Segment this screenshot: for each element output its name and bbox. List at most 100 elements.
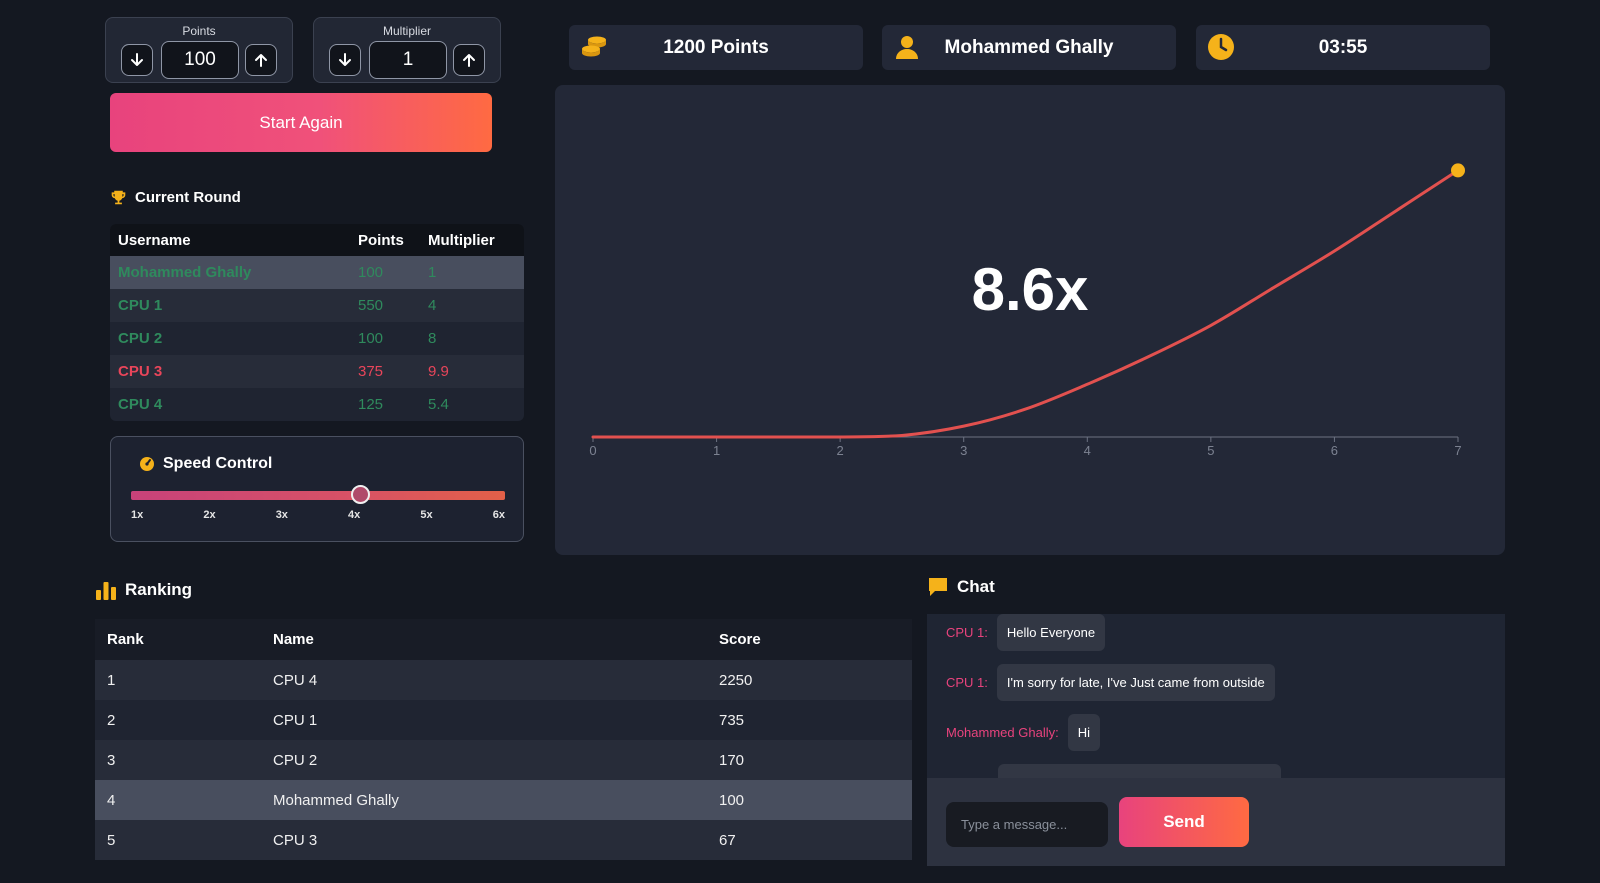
chat-message-input[interactable] [946, 802, 1108, 847]
speed-slider-track[interactable] [131, 491, 505, 500]
x-tick-label: 2 [837, 443, 844, 458]
row-multiplier: 9.9 [428, 363, 449, 380]
clock-icon [1206, 32, 1236, 62]
table-row: 5 CPU 3 67 [95, 820, 912, 860]
chat-message: CPU 1: Hello Everyone [946, 614, 1106, 651]
speed-control-label: Speed Control [163, 455, 273, 472]
header-name: Name [273, 631, 314, 648]
header-points: Points [358, 231, 404, 249]
x-tick-label: 4 [1084, 443, 1091, 458]
points-value[interactable]: 100 [161, 41, 239, 79]
points-decrease-button[interactable] [121, 44, 153, 76]
row-points: 125 [358, 396, 384, 413]
row-score: 100 [719, 791, 745, 809]
message-author: Mohammed Ghally: [946, 725, 1059, 740]
multiplier-value[interactable]: 1 [369, 41, 447, 79]
ranking-label: Ranking [125, 580, 193, 599]
row-score: 2250 [719, 671, 753, 689]
speed-tick: 5x [420, 509, 433, 521]
row-points: 100 [358, 330, 384, 347]
points-increase-button[interactable] [245, 44, 277, 76]
speed-ticks: 1x 2x 3x 4x 5x 6x [131, 509, 505, 521]
row-rank: 1 [107, 671, 116, 689]
row-username: CPU 1 [118, 297, 163, 314]
x-tick-label: 0 [589, 443, 596, 458]
arrow-down-icon [131, 53, 143, 66]
table-row: 2 CPU 1 735 [95, 700, 912, 740]
points-stepper: Points 100 [105, 17, 293, 83]
table-row: Mohammed Ghally 100 1 [110, 256, 524, 289]
table-row: 1 CPU 4 2250 [95, 660, 912, 700]
row-username: CPU 2 [118, 330, 163, 347]
table-row: 4 Mohammed Ghally 100 [95, 780, 912, 820]
message-bubble: Hello Everyone [996, 614, 1106, 651]
ranking-title: Ranking [95, 580, 192, 600]
chat-messages[interactable]: CPU 1: Hello Everyone CPU 1: I'm sorry f… [927, 614, 1505, 779]
message-bubble: I'm sorry for late, I've Just came from … [996, 664, 1275, 701]
row-points: 375 [358, 363, 384, 380]
row-username: CPU 3 [118, 363, 163, 380]
row-username: CPU 4 [118, 396, 163, 413]
row-points: 550 [358, 297, 384, 314]
row-multiplier: 4 [428, 297, 437, 314]
user-stat-value: Mohammed Ghally [944, 36, 1114, 58]
speedometer-icon [140, 457, 154, 471]
send-button[interactable]: Send [1119, 797, 1249, 847]
row-name: CPU 2 [273, 751, 318, 769]
message-author: CPU 1: [946, 675, 988, 690]
chat-bubble-icon [929, 578, 947, 596]
header-score: Score [719, 631, 761, 648]
row-score: 67 [719, 831, 736, 849]
table-row: CPU 4 125 5.4 [110, 388, 524, 421]
row-name: CPU 3 [273, 831, 318, 849]
message-bubble-partial [998, 764, 1281, 779]
row-name: CPU 4 [273, 671, 318, 689]
header-rank: Rank [107, 631, 144, 648]
curve-endpoint [1451, 163, 1465, 178]
speed-tick: 2x [203, 509, 216, 521]
x-tick-label: 5 [1207, 443, 1214, 458]
row-multiplier: 5.4 [428, 396, 449, 413]
points-stat-value: 1200 Points [663, 36, 769, 58]
row-score: 735 [719, 711, 745, 729]
user-icon [892, 32, 922, 62]
x-tick-label: 3 [960, 443, 967, 458]
bar-chart-icon [96, 582, 116, 600]
chat-message: CPU 1: I'm sorry for late, I've Just cam… [946, 664, 1275, 701]
start-again-button[interactable]: Start Again [110, 93, 492, 152]
multiplier-graph: 0 1 2 3 4 5 6 7 8.6x [555, 85, 1505, 555]
row-points: 100 [358, 264, 384, 281]
trophy-icon [111, 190, 126, 205]
speed-tick: 1x [131, 509, 144, 521]
header-multiplier: Multiplier [428, 231, 495, 249]
speed-control-title: Speed Control [139, 455, 272, 473]
row-multiplier: 8 [428, 330, 437, 347]
table-header: Rank Name Score [95, 619, 912, 660]
chat-input-bar: Send [927, 778, 1505, 866]
row-rank: 2 [107, 711, 116, 729]
message-author: CPU 1: [946, 625, 988, 640]
multiplier-label: Multiplier [382, 24, 431, 38]
row-username: Mohammed Ghally [118, 264, 252, 281]
speed-tick: 4x [348, 509, 361, 521]
x-tick-label: 6 [1331, 443, 1338, 458]
current-round-label: Current Round [135, 189, 241, 206]
speed-control-panel: Speed Control 1x 2x 3x 4x 5x 6x [110, 436, 524, 542]
speed-slider-thumb[interactable] [351, 485, 370, 504]
speed-tick: 6x [492, 509, 505, 521]
table-row: CPU 2 100 8 [110, 322, 524, 355]
x-tick-label: 1 [713, 443, 720, 458]
table-header: Username Points Multiplier [110, 224, 524, 256]
multiplier-increase-button[interactable] [453, 44, 485, 76]
coins-icon [579, 32, 609, 62]
points-stat: 1200 Points [569, 25, 863, 70]
points-label: Points [182, 24, 216, 38]
multiplier-decrease-button[interactable] [329, 44, 361, 76]
x-tick-label: 7 [1454, 443, 1461, 458]
row-name: CPU 1 [273, 711, 318, 729]
current-round-table: Username Points Multiplier Mohammed Ghal… [110, 224, 524, 421]
row-score: 170 [719, 751, 745, 769]
row-rank: 3 [107, 751, 116, 769]
table-row: 3 CPU 2 170 [95, 740, 912, 780]
row-name: Mohammed Ghally [273, 791, 399, 809]
